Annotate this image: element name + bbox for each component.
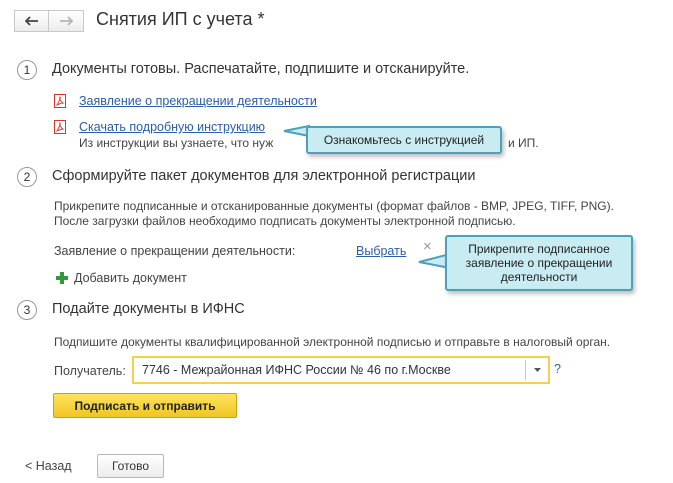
forward-nav-button[interactable] (49, 10, 84, 32)
arrow-left-icon (24, 16, 38, 26)
step-3-desc: Подпишите документы квалифицированной эл… (54, 335, 611, 349)
instruction-callout: Ознакомьтесь с инструкцией (306, 126, 502, 154)
application-field-label: Заявление о прекращении деятельности: (54, 244, 296, 258)
recipient-select[interactable]: 7746 - Межрайонная ИФНС России № 46 по г… (132, 356, 550, 384)
pdf-icon (54, 94, 66, 108)
add-document-button[interactable]: Добавить документ (74, 271, 187, 285)
pdf-icon (54, 120, 66, 134)
sign-and-send-button[interactable]: Подписать и отправить (53, 393, 237, 418)
application-link[interactable]: Заявление о прекращении деятельности (79, 94, 317, 108)
back-button[interactable]: < Назад (25, 459, 72, 473)
back-nav-button[interactable] (14, 10, 49, 32)
instruction-note-end: и ИП. (508, 136, 539, 150)
instruction-note: Из инструкции вы узнаете, что нуж (79, 136, 274, 150)
dropdown-button[interactable] (526, 358, 548, 382)
step-3-title: Подайте документы в ИФНС (52, 301, 245, 317)
chevron-down-icon (533, 368, 541, 372)
history-nav (14, 10, 84, 32)
arrow-right-icon (60, 16, 73, 26)
recipient-value: 7746 - Межрайонная ИФНС России № 46 по г… (142, 363, 451, 377)
step-2-desc-2: После загрузки файлов необходимо подписа… (54, 214, 516, 228)
done-button[interactable]: Готово (97, 454, 164, 478)
help-link[interactable]: ? (554, 362, 561, 376)
step-2-number: 2 (17, 167, 37, 187)
attach-callout: Прикрепите подписанное заявление о прекр… (445, 235, 633, 291)
plus-icon (56, 272, 68, 284)
page-title: Снятия ИП с учета * (96, 9, 265, 29)
step-3-number: 3 (17, 300, 37, 320)
step-2-title: Сформируйте пакет документов для электро… (52, 168, 476, 184)
recipient-label: Получатель: (54, 364, 126, 378)
choose-file-link[interactable]: Выбрать (356, 244, 406, 258)
step-1-number: 1 (17, 60, 37, 80)
step-2-desc-1: Прикрепите подписанные и отсканированные… (54, 199, 614, 213)
download-instruction-link[interactable]: Скачать подробную инструкцию (79, 120, 265, 134)
step-1-title: Документы готовы. Распечатайте, подпишит… (52, 61, 470, 77)
